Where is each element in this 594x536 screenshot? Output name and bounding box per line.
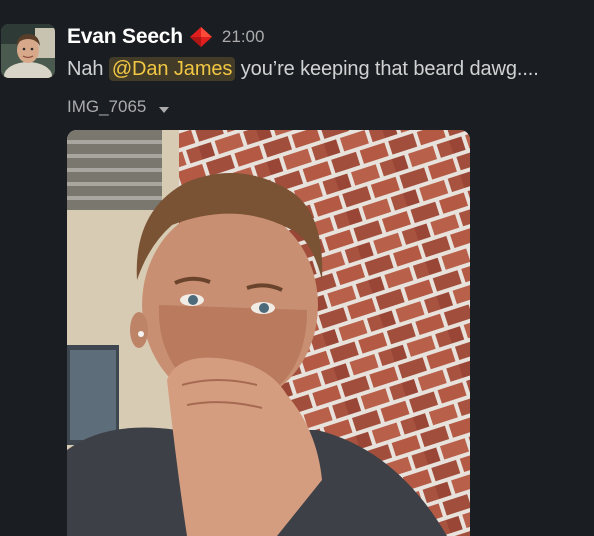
sender-name[interactable]: Evan Seech — [67, 25, 183, 49]
timestamp[interactable]: 21:00 — [222, 27, 265, 47]
avatar-photo — [1, 24, 55, 78]
image-attachment[interactable] — [67, 130, 470, 536]
attachment-name-toggle[interactable]: IMG_7065 — [67, 95, 170, 119]
message-text: Nah @Dan James you’re keeping that beard… — [67, 57, 539, 81]
message: Evan Seech 21:00 Nah @Dan James you’re k… — [0, 0, 594, 536]
message-text-after: you’re keeping that beard dawg.... — [235, 58, 539, 80]
message-header: Evan Seech 21:00 — [67, 24, 264, 50]
attachment-photo — [67, 130, 470, 536]
attachment-file-name: IMG_7065 — [67, 97, 147, 116]
caret-down-icon[interactable] — [158, 102, 170, 113]
message-text-before: Nah — [67, 58, 109, 80]
avatar[interactable] — [1, 24, 55, 78]
red-diamond-icon — [189, 26, 213, 48]
user-mention[interactable]: @Dan James — [108, 57, 236, 81]
